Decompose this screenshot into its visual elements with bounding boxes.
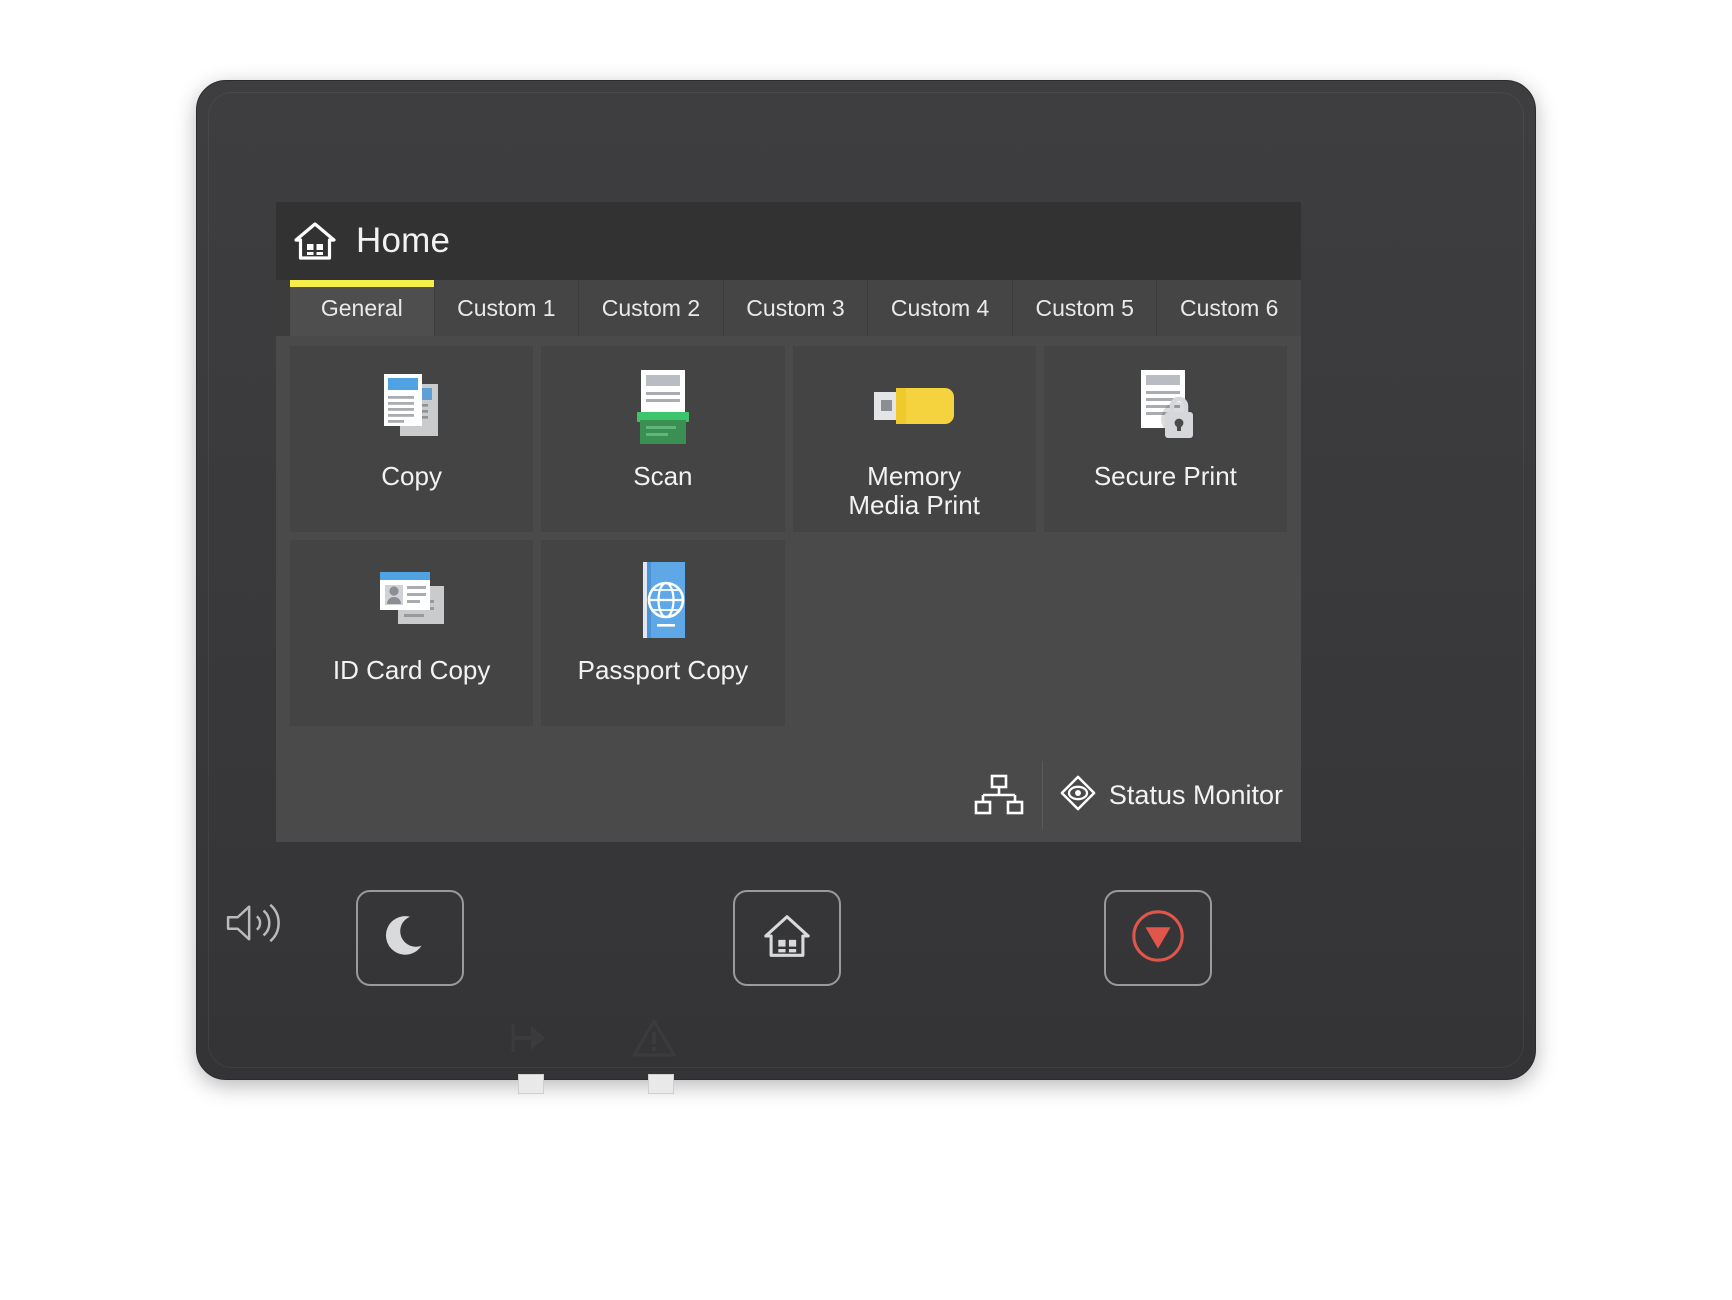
- tab-strip[interactable]: General Custom 1 Custom 2 Custom 3 Custo…: [276, 280, 1301, 336]
- tile-secure-print[interactable]: Secure Print: [1043, 346, 1287, 532]
- tile-memory-media-print[interactable]: Memory Media Print: [792, 346, 1036, 532]
- copy-documents-icon: [362, 362, 462, 454]
- panel-notch: [648, 1074, 674, 1094]
- status-monitor-button[interactable]: Status Monitor: [1041, 761, 1301, 829]
- tile-label: Memory Media Print: [848, 461, 980, 521]
- usb-drive-icon: [864, 362, 964, 454]
- touchscreen[interactable]: Home General Custom 1 Custom 2 Custom 3 …: [276, 202, 1301, 842]
- tile-id-card-copy[interactable]: ID Card Copy: [290, 540, 534, 726]
- screen-header: Home: [276, 202, 1301, 280]
- tile-label: Copy: [381, 461, 442, 491]
- home-house-icon: [760, 909, 814, 968]
- tile-label: Scan: [633, 461, 693, 491]
- home-house-icon: [292, 218, 338, 264]
- data-arrow-icon: [501, 1014, 557, 1062]
- indicator-lamp-row: [196, 1010, 1536, 1070]
- tab-label: Custom 4: [890, 294, 990, 321]
- tab-custom-1[interactable]: Custom 1: [434, 280, 580, 336]
- tile-label: ID Card Copy: [332, 655, 491, 685]
- scan-tray-icon: [613, 362, 713, 454]
- tab-label: Custom 6: [1180, 294, 1279, 321]
- stop-octagon-icon: [1129, 907, 1187, 970]
- tab-custom-4[interactable]: Custom 4: [868, 280, 1013, 336]
- network-sitemap-icon[interactable]: [956, 761, 1042, 829]
- tile-label: Passport Copy: [577, 655, 749, 685]
- stop-button[interactable]: [1104, 890, 1212, 986]
- tab-custom-6[interactable]: Custom 6: [1157, 280, 1301, 336]
- tab-label: Custom 3: [746, 294, 845, 321]
- panel-notch: [518, 1074, 544, 1094]
- tab-custom-5[interactable]: Custom 5: [1012, 280, 1158, 336]
- tile-area: Copy Scan Memory Media Print Secure Prin…: [276, 336, 1301, 748]
- id-card-icon: [362, 556, 462, 648]
- tab-label: Custom 2: [601, 294, 701, 321]
- tab-custom-3[interactable]: Custom 3: [723, 280, 869, 336]
- tile-label: Secure Print: [1093, 461, 1237, 491]
- tab-label: Custom 1: [457, 294, 556, 321]
- status-monitor-eye-icon: [1059, 774, 1097, 817]
- tile-empty-slot: [793, 540, 1036, 726]
- sleep-button[interactable]: [356, 890, 464, 986]
- printer-control-panel: Home General Custom 1 Custom 2 Custom 3 …: [196, 80, 1536, 1094]
- document-lock-icon: [1115, 362, 1215, 454]
- tile-grid: Copy Scan Memory Media Print Secure Prin…: [290, 346, 1287, 726]
- warning-triangle-icon: [626, 1014, 682, 1062]
- tile-scan[interactable]: Scan: [541, 346, 785, 532]
- home-button[interactable]: [733, 890, 841, 986]
- tab-label: Custom 5: [1035, 294, 1134, 321]
- page-title: Home: [356, 221, 451, 260]
- status-bar: Status Monitor: [276, 748, 1301, 842]
- tab-general[interactable]: General: [290, 280, 435, 336]
- hardware-key-row: [196, 870, 1536, 1005]
- speaker-volume-icon: [218, 898, 288, 948]
- tile-empty-slot: [1044, 540, 1287, 726]
- tab-label: General: [320, 294, 403, 321]
- status-monitor-label: Status Monitor: [1108, 779, 1283, 810]
- tile-passport-copy[interactable]: Passport Copy: [541, 540, 785, 726]
- passport-globe-icon: [613, 556, 713, 648]
- moon-sleep-icon: [383, 909, 437, 968]
- tile-copy[interactable]: Copy: [290, 346, 534, 532]
- tab-custom-2[interactable]: Custom 2: [579, 280, 724, 336]
